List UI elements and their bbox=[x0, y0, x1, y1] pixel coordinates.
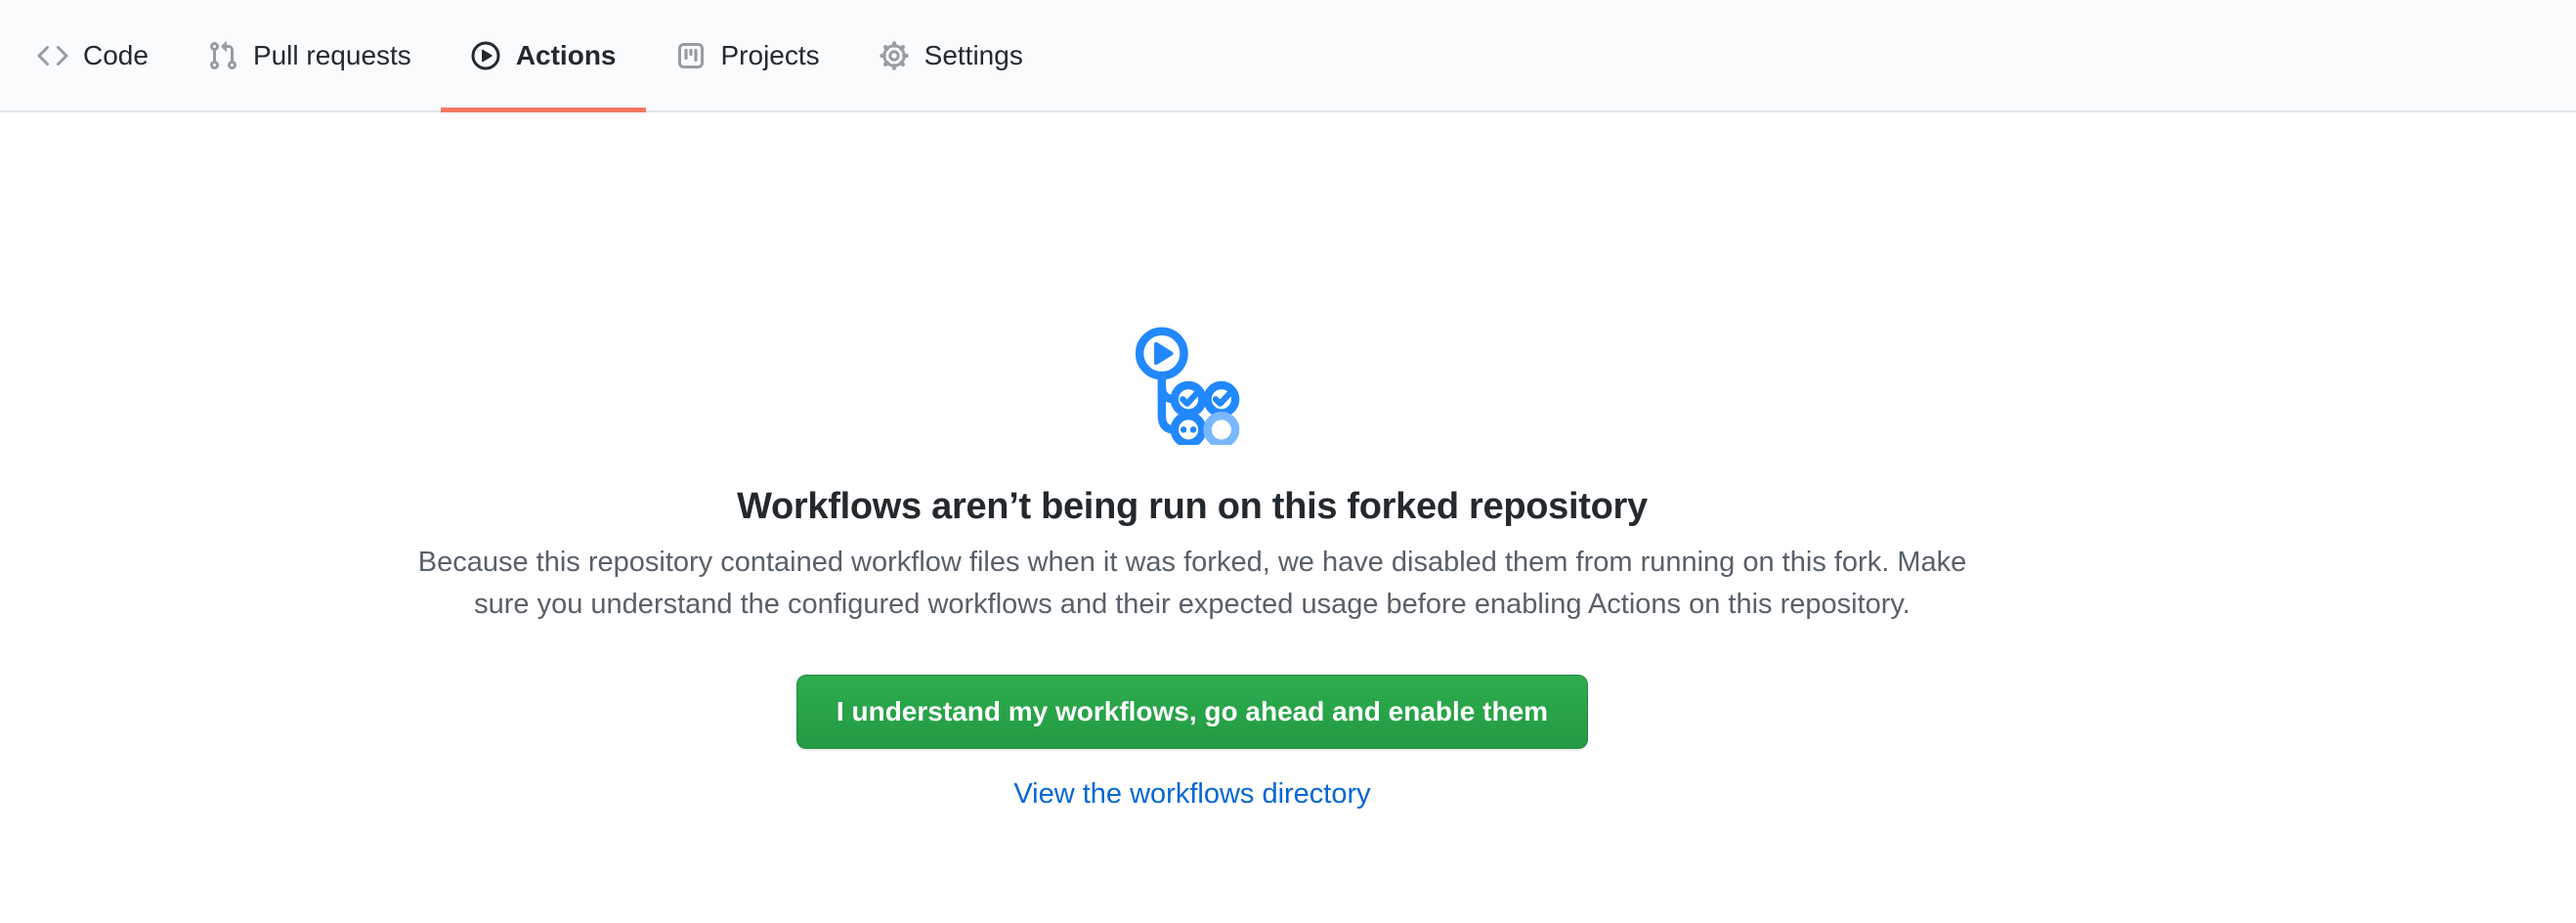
actions-disabled-blankslate: Workflows aren’t being run on this forke… bbox=[0, 112, 2384, 811]
gear-icon bbox=[879, 40, 910, 71]
workflow-graph-icon bbox=[0, 112, 2384, 450]
tab-pull-requests-label: Pull requests bbox=[253, 40, 411, 71]
tab-actions[interactable]: Actions bbox=[441, 0, 646, 110]
tab-code[interactable]: Code bbox=[8, 0, 178, 110]
tab-code-label: Code bbox=[83, 40, 149, 71]
blankslate-description: Because this repository contained workfl… bbox=[0, 542, 2384, 626]
code-icon bbox=[37, 40, 68, 71]
project-board-icon bbox=[675, 40, 707, 71]
description-line-1: Because this repository contained workfl… bbox=[0, 542, 2384, 584]
description-line-2: sure you understand the configured workf… bbox=[0, 584, 2384, 626]
git-pull-request-icon bbox=[207, 40, 238, 71]
blankslate-heading: Workflows aren’t being run on this forke… bbox=[0, 485, 2384, 528]
tab-projects[interactable]: Projects bbox=[646, 0, 849, 110]
enable-workflows-button[interactable]: I understand my workflows, go ahead and … bbox=[796, 675, 1588, 749]
repo-tab-bar: Code Pull requests Actions Projects Sett… bbox=[0, 0, 2576, 112]
tab-settings-label: Settings bbox=[924, 40, 1023, 71]
view-workflows-directory-link[interactable]: View the workflows directory bbox=[1013, 778, 1370, 810]
tab-pull-requests[interactable]: Pull requests bbox=[178, 0, 441, 110]
tab-projects-label: Projects bbox=[721, 40, 820, 71]
tab-actions-label: Actions bbox=[516, 40, 617, 71]
tab-settings[interactable]: Settings bbox=[849, 0, 1052, 110]
workflows-link-row: View the workflows directory bbox=[0, 778, 2384, 811]
play-circle-icon bbox=[470, 40, 501, 71]
